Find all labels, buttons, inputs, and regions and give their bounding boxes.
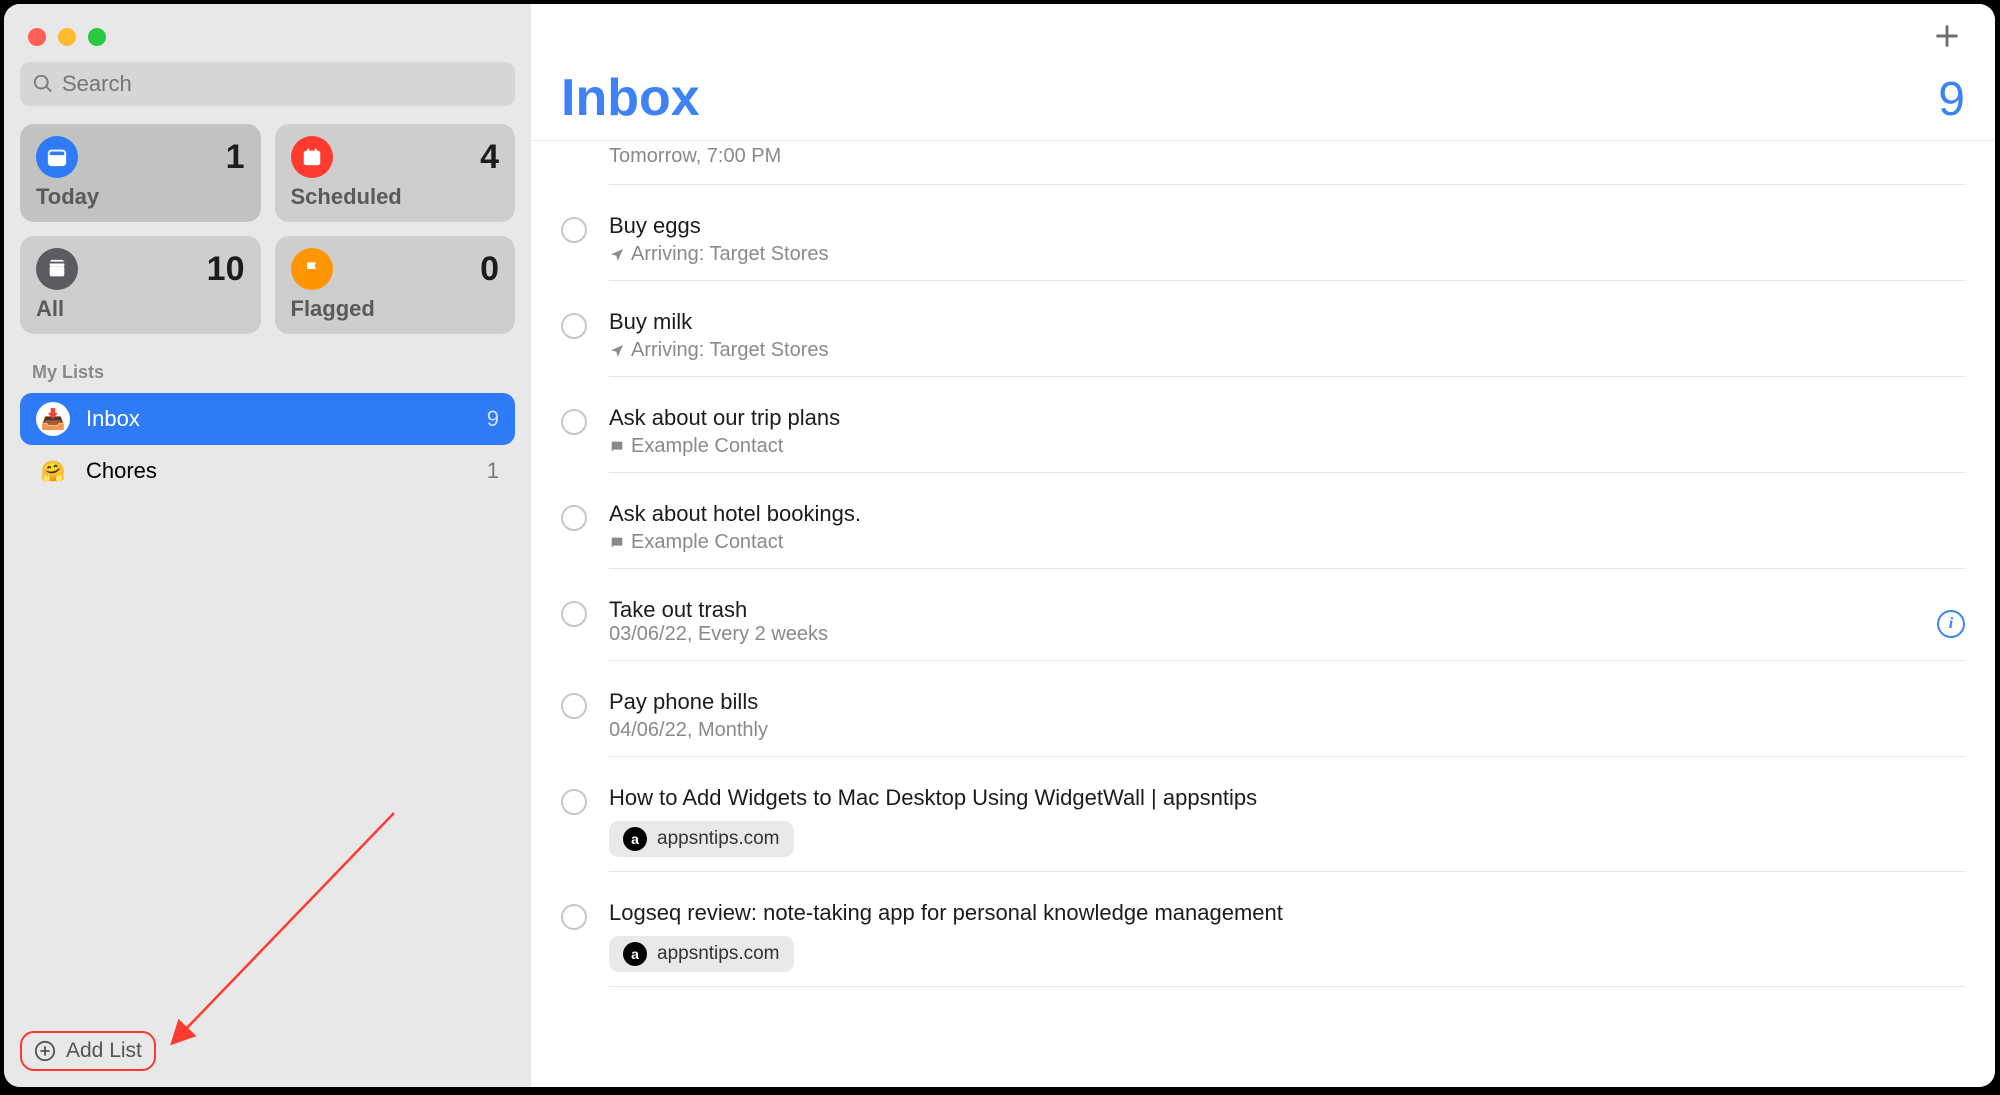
task-subtitle: Tomorrow, 7:00 PM <box>609 145 1965 168</box>
task-title: How to Add Widgets to Mac Desktop Using … <box>609 785 1965 811</box>
app-window: 1 Today 4 Scheduled <box>4 4 1995 1087</box>
flagged-count: 0 <box>480 250 499 289</box>
task-checkbox[interactable] <box>561 409 587 435</box>
scheduled-count: 4 <box>480 138 499 177</box>
today-count: 1 <box>226 138 245 177</box>
task-row[interactable]: Logseq review: note-taking app for perso… <box>531 886 1995 1001</box>
task-checkbox[interactable] <box>561 904 587 930</box>
task-checkbox[interactable] <box>561 313 587 339</box>
add-list-label: Add List <box>66 1039 142 1063</box>
smart-list-flagged[interactable]: 0 Flagged <box>275 236 516 334</box>
task-row[interactable]: Ask about our trip plans Example Contact <box>531 391 1995 487</box>
inbox-list-count: 9 <box>487 406 499 432</box>
task-subtitle: 03/06/22, Every 2 weeks <box>609 623 1925 646</box>
search-input[interactable] <box>62 71 503 97</box>
task-row[interactable]: Take out trash 03/06/22, Every 2 weeks i <box>531 583 1995 675</box>
today-icon <box>36 136 78 178</box>
scheduled-label: Scheduled <box>291 184 500 210</box>
tasks-container: Tomorrow, 7:00 PM Buy eggs Arriving: Tar… <box>531 141 1995 1087</box>
chores-list-icon: 🤗 <box>36 454 70 488</box>
smart-lists-grid: 1 Today 4 Scheduled <box>20 124 515 334</box>
flagged-label: Flagged <box>291 296 500 322</box>
task-title: Take out trash <box>609 597 1925 623</box>
smart-list-today[interactable]: 1 Today <box>20 124 261 222</box>
chat-icon <box>609 535 625 551</box>
task-row[interactable]: How to Add Widgets to Mac Desktop Using … <box>531 771 1995 886</box>
plus-circle-icon <box>34 1040 56 1062</box>
close-window-button[interactable] <box>28 28 46 46</box>
task-checkbox[interactable] <box>561 505 587 531</box>
task-row[interactable]: Buy eggs Arriving: Target Stores <box>531 199 1995 295</box>
chores-list-label: Chores <box>86 458 471 484</box>
new-reminder-button[interactable] <box>1927 16 1967 56</box>
task-title: Ask about hotel bookings. <box>609 501 1965 527</box>
task-title: Pay phone bills <box>609 689 1965 715</box>
smart-list-all[interactable]: 10 All <box>20 236 261 334</box>
task-subtitle: Example Contact <box>609 435 1965 458</box>
task-subtitle: Arriving: Target Stores <box>609 243 1965 266</box>
sidebar: 1 Today 4 Scheduled <box>4 4 531 1087</box>
list-total-count: 9 <box>1938 72 1965 127</box>
my-lists-header: My Lists <box>32 362 515 383</box>
task-row[interactable]: Buy milk Arriving: Target Stores <box>531 295 1995 391</box>
main-content: Inbox 9 Tomorrow, 7:00 PM Buy eggs Arriv… <box>531 4 1995 1087</box>
sidebar-list-inbox[interactable]: 📥 Inbox 9 <box>20 393 515 445</box>
annotation-arrow <box>154 793 414 1053</box>
minimize-window-button[interactable] <box>58 28 76 46</box>
scheduled-icon <box>291 136 333 178</box>
task-row[interactable]: Ask about hotel bookings. Example Contac… <box>531 487 1995 583</box>
zoom-window-button[interactable] <box>88 28 106 46</box>
task-checkbox[interactable] <box>561 217 587 243</box>
inbox-list-icon: 📥 <box>36 402 70 436</box>
task-checkbox[interactable] <box>561 789 587 815</box>
inbox-list-label: Inbox <box>86 406 471 432</box>
all-label: All <box>36 296 245 322</box>
chores-list-count: 1 <box>487 458 499 484</box>
task-title: Buy eggs <box>609 213 1965 239</box>
favicon-icon: a <box>623 827 647 851</box>
list-title: Inbox <box>561 68 700 128</box>
task-checkbox[interactable] <box>561 693 587 719</box>
toolbar <box>531 4 1995 68</box>
all-icon <box>36 248 78 290</box>
search-input-container[interactable] <box>20 62 515 106</box>
location-icon <box>609 247 625 263</box>
task-title: Ask about our trip plans <box>609 405 1965 431</box>
chat-icon <box>609 439 625 455</box>
window-controls <box>20 20 515 62</box>
task-title: Buy milk <box>609 309 1965 335</box>
list-header: Inbox 9 <box>531 68 1995 141</box>
task-title: Logseq review: note-taking app for perso… <box>609 900 1965 926</box>
sidebar-list-chores[interactable]: 🤗 Chores 1 <box>20 445 515 497</box>
task-row[interactable]: Tomorrow, 7:00 PM <box>531 141 1995 199</box>
link-domain: appsntips.com <box>657 943 780 965</box>
search-icon <box>32 73 54 95</box>
task-link-chip[interactable]: a appsntips.com <box>609 821 794 857</box>
all-count: 10 <box>207 250 245 289</box>
task-info-button[interactable]: i <box>1937 610 1965 638</box>
today-label: Today <box>36 184 245 210</box>
location-icon <box>609 343 625 359</box>
flagged-icon <box>291 248 333 290</box>
plus-icon <box>1933 22 1961 50</box>
add-list-button[interactable]: Add List <box>20 1031 156 1071</box>
task-subtitle: Example Contact <box>609 531 1965 554</box>
link-domain: appsntips.com <box>657 828 780 850</box>
favicon-icon: a <box>623 942 647 966</box>
task-link-chip[interactable]: a appsntips.com <box>609 936 794 972</box>
task-row[interactable]: Pay phone bills 04/06/22, Monthly <box>531 675 1995 771</box>
task-subtitle: 04/06/22, Monthly <box>609 719 1965 742</box>
task-checkbox[interactable] <box>561 601 587 627</box>
smart-list-scheduled[interactable]: 4 Scheduled <box>275 124 516 222</box>
task-subtitle: Arriving: Target Stores <box>609 339 1965 362</box>
